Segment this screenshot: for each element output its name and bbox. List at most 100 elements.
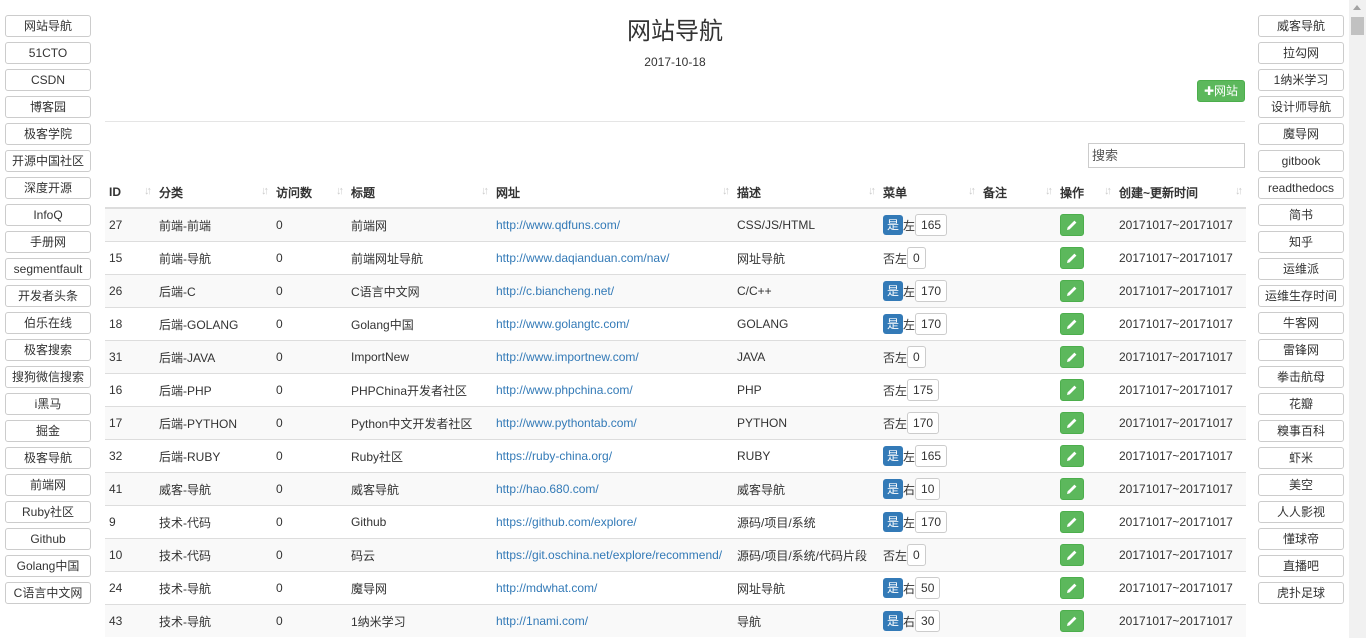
sort-icon[interactable]: ↓↑ xyxy=(722,185,730,197)
sort-icon[interactable]: ↓↑ xyxy=(1045,185,1053,197)
left-nav-item[interactable]: i黑马 xyxy=(5,393,91,415)
scroll-thumb[interactable] xyxy=(1351,17,1364,35)
right-nav-item[interactable]: 懂球帝 xyxy=(1258,528,1344,550)
site-link[interactable]: http://www.pythontab.com/ xyxy=(496,416,637,430)
edit-button[interactable] xyxy=(1060,544,1084,566)
column-header[interactable]: 创建~更新时间 ↓↑ xyxy=(1115,177,1246,209)
column-header[interactable]: 访问数 ↓↑ xyxy=(272,177,347,209)
left-nav-item[interactable]: 博客园 xyxy=(5,96,91,118)
right-nav-item[interactable]: 牛客网 xyxy=(1258,312,1344,334)
right-nav-item[interactable]: 设计师导航 xyxy=(1258,96,1344,118)
column-header[interactable]: ID ↓↑ xyxy=(105,177,155,209)
site-link[interactable]: http://www.golangtc.com/ xyxy=(496,317,629,331)
column-header[interactable]: 操作 ↓↑ xyxy=(1056,177,1115,209)
sort-order-field[interactable]: 30 xyxy=(915,610,941,632)
right-nav-item[interactable]: 拳击航母 xyxy=(1258,366,1344,388)
edit-button[interactable] xyxy=(1060,511,1084,533)
column-header[interactable]: 标题 ↓↑ xyxy=(347,177,492,209)
right-nav-item[interactable]: 人人影视 xyxy=(1258,501,1344,523)
sort-icon[interactable]: ↓↑ xyxy=(968,185,976,197)
edit-button[interactable] xyxy=(1060,346,1084,368)
left-nav-item[interactable]: 开源中国社区 xyxy=(5,150,91,172)
right-nav-item[interactable]: 运维派 xyxy=(1258,258,1344,280)
right-nav-item[interactable]: 直播吧 xyxy=(1258,555,1344,577)
sort-order-field[interactable]: 50 xyxy=(915,577,941,599)
site-link[interactable]: http://mdwhat.com/ xyxy=(496,581,597,595)
right-nav-item[interactable]: 魔导网 xyxy=(1258,123,1344,145)
edit-button[interactable] xyxy=(1060,214,1084,236)
column-header[interactable]: 网址 ↓↑ xyxy=(492,177,733,209)
right-nav-item[interactable]: 花瓣 xyxy=(1258,393,1344,415)
sort-icon[interactable]: ↓↑ xyxy=(336,185,344,197)
left-nav-item[interactable]: 深度开源 xyxy=(5,177,91,199)
left-nav-item[interactable]: Ruby社区 xyxy=(5,501,91,523)
sort-order-field[interactable]: 165 xyxy=(915,214,948,236)
right-nav-item[interactable]: 威客导航 xyxy=(1258,15,1344,37)
sort-icon[interactable]: ↓↑ xyxy=(144,185,152,197)
search-input[interactable] xyxy=(1088,143,1245,168)
column-header[interactable]: 菜单 ↓↑ xyxy=(879,177,979,209)
sort-order-field[interactable]: 10 xyxy=(915,478,941,500)
site-link[interactable]: https://github.com/explore/ xyxy=(496,515,637,529)
left-nav-item[interactable]: Github xyxy=(5,528,91,550)
column-header[interactable]: 描述 ↓↑ xyxy=(733,177,879,209)
left-nav-item[interactable]: 手册网 xyxy=(5,231,91,253)
edit-button[interactable] xyxy=(1060,280,1084,302)
left-nav-item[interactable]: 网站导航 xyxy=(5,15,91,37)
right-nav-item[interactable]: 简书 xyxy=(1258,204,1344,226)
edit-button[interactable] xyxy=(1060,379,1084,401)
right-nav-item[interactable]: 虾米 xyxy=(1258,447,1344,469)
sort-icon[interactable]: ↓↑ xyxy=(1104,185,1112,197)
right-nav-item[interactable]: gitbook xyxy=(1258,150,1344,172)
edit-button[interactable] xyxy=(1060,478,1084,500)
column-header[interactable]: 分类 ↓↑ xyxy=(155,177,272,209)
sort-order-field[interactable]: 0 xyxy=(907,346,926,368)
sort-order-field[interactable]: 170 xyxy=(915,313,948,335)
edit-button[interactable] xyxy=(1060,610,1084,632)
right-nav-item[interactable]: 知乎 xyxy=(1258,231,1344,253)
left-nav-item[interactable]: CSDN xyxy=(5,69,91,91)
site-link[interactable]: http://www.importnew.com/ xyxy=(496,350,639,364)
left-nav-item[interactable]: 极客搜索 xyxy=(5,339,91,361)
left-nav-item[interactable]: 极客导航 xyxy=(5,447,91,469)
sort-icon[interactable]: ↓↑ xyxy=(261,185,269,197)
edit-button[interactable] xyxy=(1060,577,1084,599)
left-nav-item[interactable]: 前端网 xyxy=(5,474,91,496)
edit-button[interactable] xyxy=(1060,445,1084,467)
right-nav-item[interactable]: 拉勾网 xyxy=(1258,42,1344,64)
add-site-button[interactable]: ✚网站 xyxy=(1197,80,1245,102)
left-nav-item[interactable]: 51CTO xyxy=(5,42,91,64)
site-link[interactable]: https://ruby-china.org/ xyxy=(496,449,612,463)
left-nav-item[interactable]: 掘金 xyxy=(5,420,91,442)
sort-order-field[interactable]: 170 xyxy=(915,280,948,302)
site-link[interactable]: http://www.phpchina.com/ xyxy=(496,383,633,397)
right-nav-item[interactable]: 1纳米学习 xyxy=(1258,69,1344,91)
left-nav-item[interactable]: Golang中国 xyxy=(5,555,91,577)
site-link[interactable]: http://c.biancheng.net/ xyxy=(496,284,614,298)
sort-order-field[interactable]: 0 xyxy=(907,247,926,269)
right-nav-item[interactable]: 运维生存时间 xyxy=(1258,285,1344,307)
scrollbar[interactable] xyxy=(1349,0,1366,638)
right-nav-item[interactable]: readthedocs xyxy=(1258,177,1344,199)
edit-button[interactable] xyxy=(1060,247,1084,269)
right-nav-item[interactable]: 美空 xyxy=(1258,474,1344,496)
sort-order-field[interactable]: 170 xyxy=(915,511,948,533)
right-nav-item[interactable]: 雷锋网 xyxy=(1258,339,1344,361)
left-nav-item[interactable]: 伯乐在线 xyxy=(5,312,91,334)
left-nav-item[interactable]: 搜狗微信搜索 xyxy=(5,366,91,388)
sort-icon[interactable]: ↓↑ xyxy=(1235,185,1243,197)
right-nav-item[interactable]: 虎扑足球 xyxy=(1258,582,1344,604)
left-nav-item[interactable]: segmentfault xyxy=(5,258,91,280)
edit-button[interactable] xyxy=(1060,313,1084,335)
left-nav-item[interactable]: 极客学院 xyxy=(5,123,91,145)
left-nav-item[interactable]: 开发者头条 xyxy=(5,285,91,307)
sort-icon[interactable]: ↓↑ xyxy=(868,185,876,197)
left-nav-item[interactable]: InfoQ xyxy=(5,204,91,226)
sort-order-field[interactable]: 170 xyxy=(907,412,940,434)
edit-button[interactable] xyxy=(1060,412,1084,434)
sort-order-field[interactable]: 0 xyxy=(907,544,926,566)
site-link[interactable]: http://www.daqianduan.com/nav/ xyxy=(496,251,669,265)
scroll-up-arrow-icon[interactable] xyxy=(1353,5,1361,10)
site-link[interactable]: https://git.oschina.net/explore/recommen… xyxy=(496,548,722,562)
site-link[interactable]: http://1nami.com/ xyxy=(496,614,588,628)
